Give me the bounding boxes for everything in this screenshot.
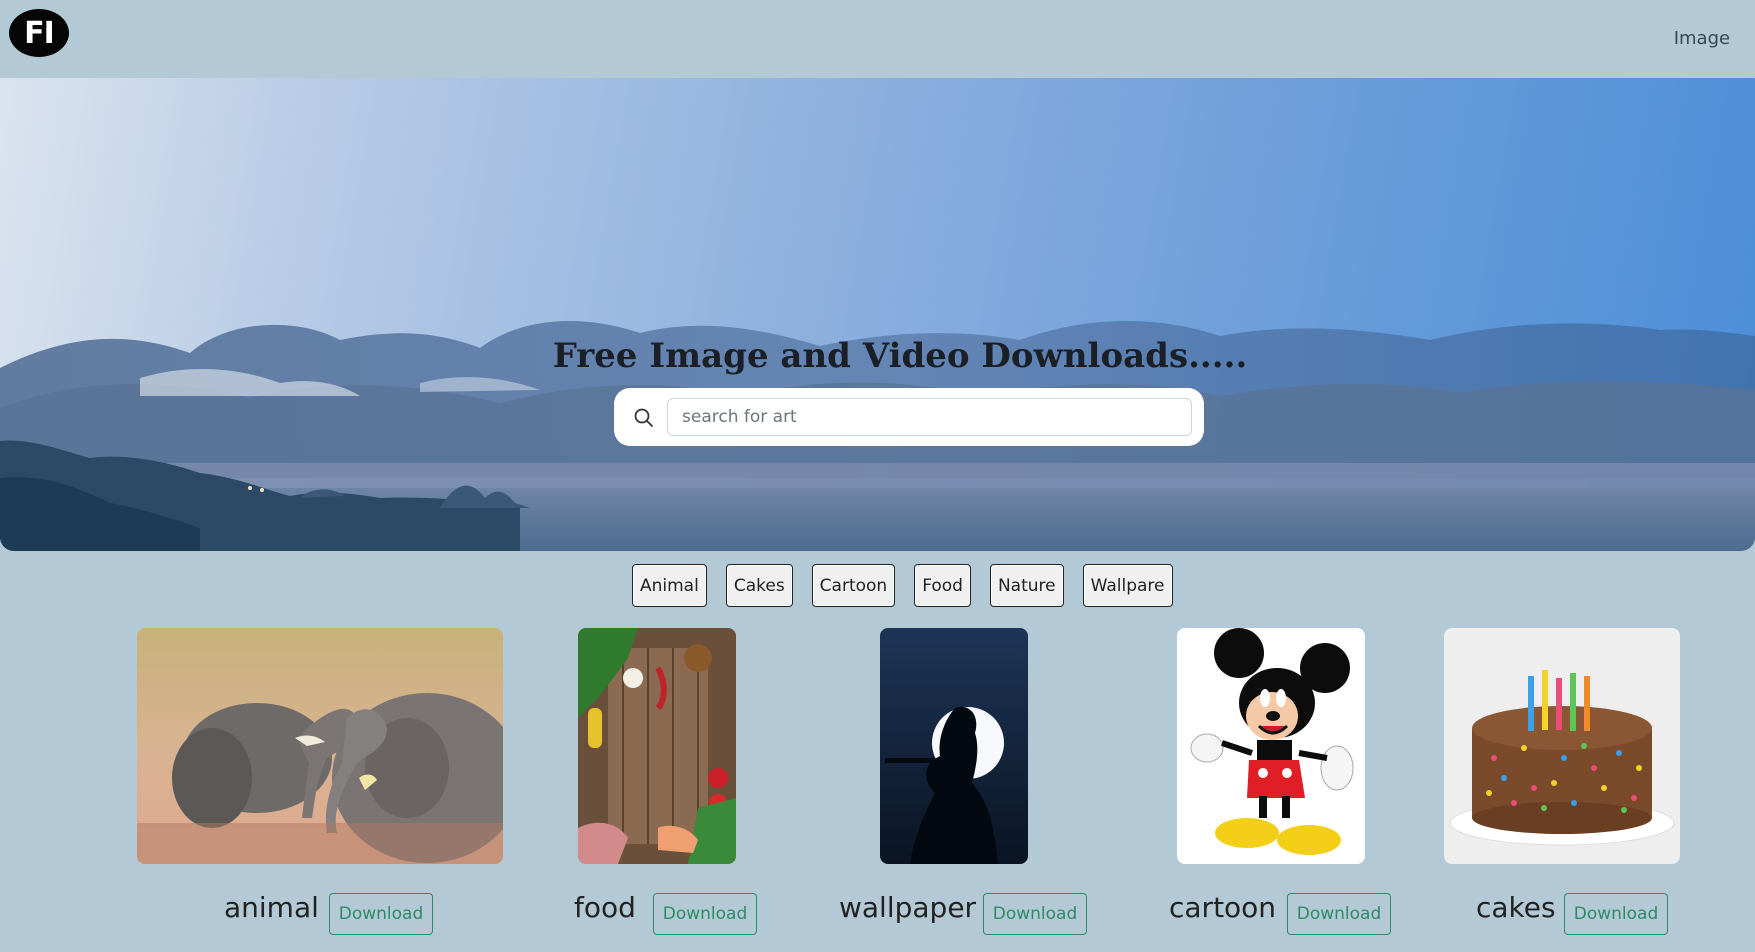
card-label-animal: animal bbox=[224, 891, 319, 924]
tag-cakes[interactable]: Cakes bbox=[725, 564, 793, 607]
logo[interactable]: FI bbox=[9, 9, 69, 57]
search-icon[interactable] bbox=[632, 406, 656, 430]
hero-banner: Free Image and Video Downloads..... bbox=[0, 78, 1755, 551]
nav-links: Image Vi bbox=[1674, 28, 1755, 49]
download-button-cartoon[interactable]: Download bbox=[1287, 893, 1391, 935]
download-button-wallpaper[interactable]: Download bbox=[983, 893, 1087, 935]
hero-background-image bbox=[0, 320, 1755, 551]
download-button-animal[interactable]: Download bbox=[329, 893, 433, 935]
tag-food[interactable]: Food bbox=[914, 564, 971, 607]
tag-cartoon[interactable]: Cartoon bbox=[811, 564, 896, 607]
card-label-wallpaper: wallpaper bbox=[839, 891, 977, 924]
tag-wallpare[interactable]: Wallpare bbox=[1082, 564, 1173, 607]
card-label-cartoon: cartoon bbox=[1169, 891, 1277, 924]
search-bar bbox=[614, 388, 1204, 446]
category-tags: Animal Cakes Cartoon Food Nature Wallpar… bbox=[632, 564, 1173, 607]
card-image-cakes[interactable] bbox=[1444, 628, 1680, 864]
card-label-food: food bbox=[574, 891, 636, 924]
card-image-wallpaper[interactable] bbox=[880, 628, 1028, 864]
card-label-cakes: cakes bbox=[1476, 891, 1556, 924]
card-image-cartoon[interactable] bbox=[1177, 628, 1365, 864]
nav-link-image[interactable]: Image bbox=[1674, 28, 1730, 49]
card-image-animal[interactable] bbox=[137, 628, 503, 864]
navbar: FI Image Vi bbox=[0, 0, 1755, 78]
download-button-cakes[interactable]: Download bbox=[1564, 893, 1668, 935]
download-button-food[interactable]: Download bbox=[653, 893, 757, 935]
card-image-food[interactable] bbox=[578, 628, 736, 864]
hero-title: Free Image and Video Downloads..... bbox=[552, 336, 1248, 376]
tag-nature[interactable]: Nature bbox=[989, 564, 1064, 607]
tag-animal[interactable]: Animal bbox=[632, 564, 707, 607]
search-input[interactable] bbox=[667, 398, 1192, 436]
